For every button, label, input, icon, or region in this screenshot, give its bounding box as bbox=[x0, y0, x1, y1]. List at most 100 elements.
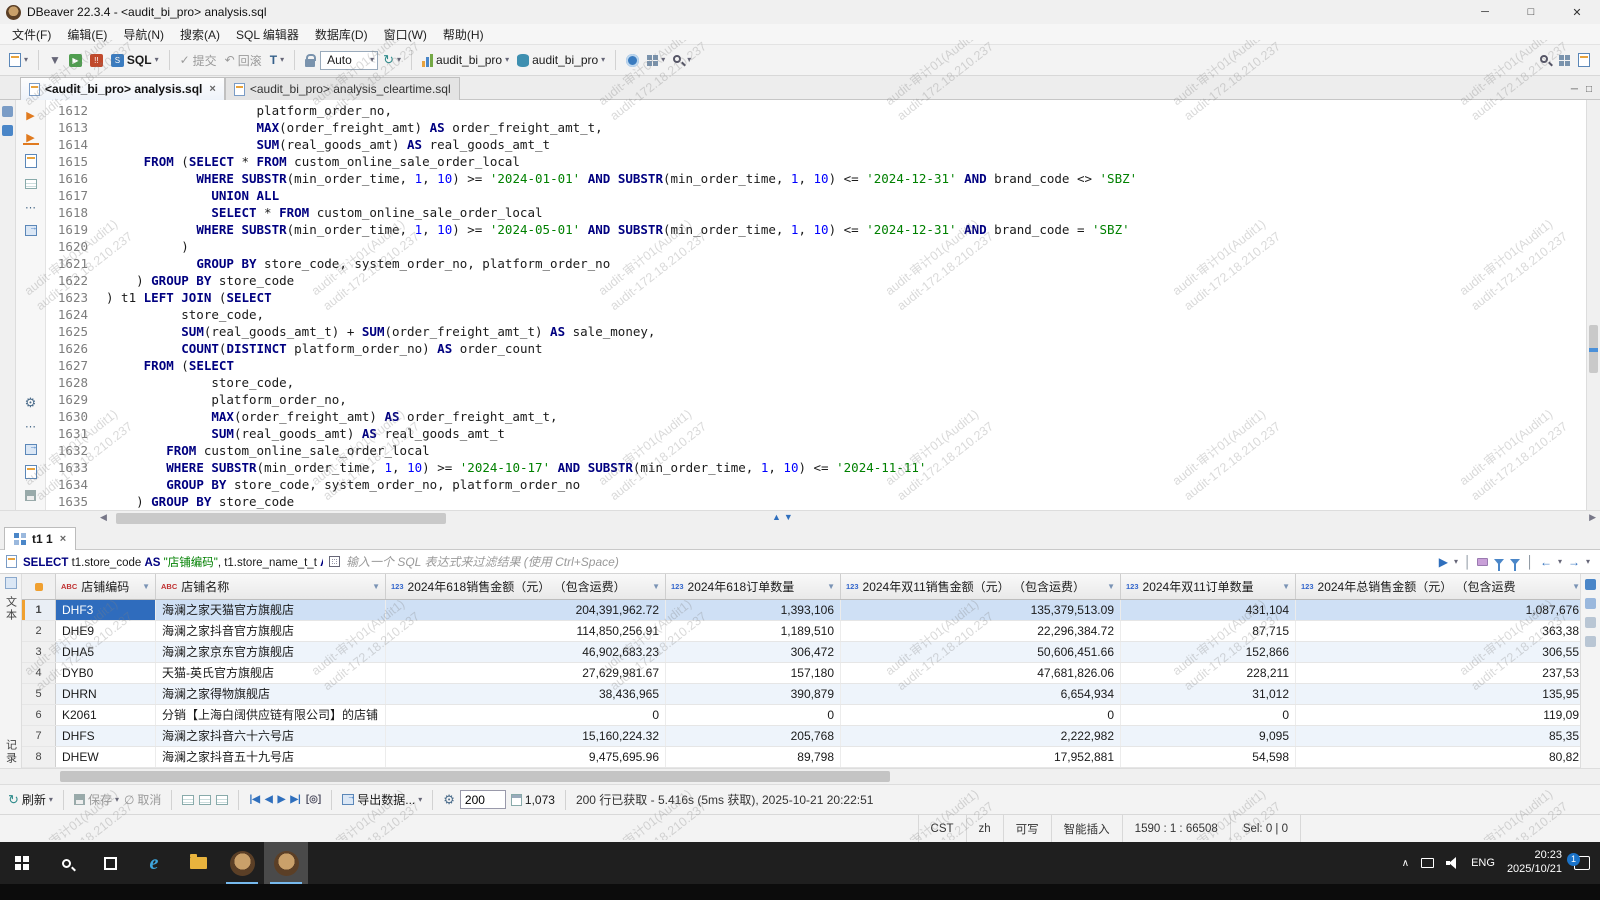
table-cell[interactable]: 114,850,256.91 bbox=[386, 621, 666, 641]
menu-item[interactable]: 编辑(E) bbox=[59, 24, 115, 45]
abort-icon[interactable]: !! bbox=[87, 52, 106, 69]
table-cell[interactable]: 363,38 bbox=[1296, 621, 1580, 641]
table-cell[interactable]: 海澜之家抖音官方旗舰店 bbox=[156, 621, 386, 641]
cancel-button[interactable]: ∅取消 bbox=[124, 791, 161, 808]
sql-mode-selector[interactable]: SSQL▾ bbox=[108, 51, 162, 69]
menu-item[interactable]: 数据库(D) bbox=[307, 24, 376, 45]
table-cell[interactable]: 431,104 bbox=[1121, 600, 1296, 620]
export-result-icon[interactable] bbox=[23, 442, 39, 456]
column-header[interactable]: 1232024年618订单数量▼ bbox=[666, 574, 841, 599]
table-row[interactable]: 4DYB0天猫-英氏官方旗舰店27,629,981.67157,18047,68… bbox=[22, 663, 1580, 684]
maximize-view-icon[interactable]: □ bbox=[1586, 84, 1592, 95]
quick-search-icon[interactable] bbox=[1540, 55, 1548, 63]
filter-dropdown-icon[interactable]: ▼ bbox=[827, 582, 835, 591]
table-cell[interactable]: 1,087,676 bbox=[1296, 600, 1580, 620]
table-cell[interactable]: 27,629,981.67 bbox=[386, 663, 666, 683]
taskbar-search-button[interactable] bbox=[44, 842, 88, 884]
table-cell[interactable]: 135,379,513.09 bbox=[841, 600, 1121, 620]
table-cell[interactable]: 0 bbox=[841, 705, 1121, 725]
table-cell[interactable]: DHE9 bbox=[56, 621, 156, 641]
table-cell[interactable]: DHA5 bbox=[56, 642, 156, 662]
editor-vertical-scrollbar[interactable] bbox=[1586, 100, 1600, 510]
table-row[interactable]: 7DHFS海澜之家抖音六十六号店15,160,224.32205,7682,22… bbox=[22, 726, 1580, 747]
column-header[interactable]: 1232024年总销售金额（元） （包含运费▼ bbox=[1296, 574, 1580, 599]
column-header[interactable]: ABC店铺编码▼ bbox=[56, 574, 156, 599]
more-dots-icon[interactable]: ⋯ bbox=[23, 419, 39, 433]
goto-row-icon[interactable]: [◎] bbox=[306, 794, 321, 805]
apply-filter-icon[interactable]: ▶ bbox=[1439, 555, 1448, 569]
row-number[interactable]: 8 bbox=[22, 747, 56, 767]
panel-value-icon[interactable] bbox=[1585, 579, 1596, 590]
editor-horizontal-scrollbar[interactable]: ◀ ▲▼ ▶ bbox=[0, 510, 1600, 526]
filter-dropdown-icon[interactable]: ▼ bbox=[1282, 582, 1290, 591]
network-icon[interactable] bbox=[1421, 858, 1434, 868]
row-number[interactable]: 5 bbox=[22, 684, 56, 704]
menu-item[interactable]: 窗口(W) bbox=[376, 24, 435, 45]
scrollbar-thumb[interactable] bbox=[60, 771, 890, 782]
row-number[interactable]: 4 bbox=[22, 663, 56, 683]
table-cell[interactable]: 306,472 bbox=[666, 642, 841, 662]
export-data-button[interactable]: 导出数据...▾ bbox=[342, 791, 422, 808]
calc-total-rows-button[interactable]: 1,073 bbox=[511, 793, 555, 807]
table-cell[interactable]: 1,189,510 bbox=[666, 621, 841, 641]
table-cell[interactable]: 205,768 bbox=[666, 726, 841, 746]
history-back-icon[interactable]: ← bbox=[1540, 555, 1552, 569]
table-cell[interactable]: 46,902,683.23 bbox=[386, 642, 666, 662]
table-cell[interactable]: DHEW bbox=[56, 747, 156, 767]
record-view-tab[interactable]: 记录 bbox=[3, 739, 19, 765]
table-cell[interactable]: 分销【上海白阔供应链有限公司】的店铺 bbox=[156, 705, 386, 725]
table-cell[interactable]: 157,180 bbox=[666, 663, 841, 683]
table-cell[interactable]: 306,55 bbox=[1296, 642, 1580, 662]
table-cell[interactable]: 2,222,982 bbox=[841, 726, 1121, 746]
language-indicator[interactable]: ENG bbox=[1471, 857, 1495, 869]
table-cell[interactable]: 9,475,695.96 bbox=[386, 747, 666, 767]
dbeaver-taskbar-button-1[interactable] bbox=[220, 842, 264, 884]
table-cell[interactable]: 海澜之家京东官方旗舰店 bbox=[156, 642, 386, 662]
query-preview[interactable]: SELECT t1.store_code AS "店铺编码", t1.store… bbox=[23, 554, 323, 570]
file-explorer-button[interactable] bbox=[176, 842, 220, 884]
panel-meta-icon[interactable] bbox=[1585, 617, 1596, 628]
history-forward-icon[interactable]: → bbox=[1568, 555, 1580, 569]
table-cell[interactable]: 89,798 bbox=[666, 747, 841, 767]
save-script-icon[interactable] bbox=[23, 488, 39, 502]
scroll-right-icon[interactable]: ▶ bbox=[1589, 512, 1596, 523]
auto-commit-combo[interactable]: Auto▾ bbox=[320, 51, 378, 70]
fetch-size-input[interactable] bbox=[460, 790, 506, 809]
hidden-icons-chevron[interactable]: ∧ bbox=[1402, 858, 1409, 869]
table-cell[interactable]: DHF3 bbox=[56, 600, 156, 620]
execute-statement-icon[interactable]: ▶ bbox=[23, 108, 39, 122]
execute-script-icon[interactable]: ▶ bbox=[23, 131, 39, 145]
restore-panel-icon[interactable] bbox=[2, 106, 13, 117]
filter-edit-icon[interactable] bbox=[1494, 559, 1504, 565]
text-view-tab[interactable]: 文本 bbox=[3, 596, 19, 622]
result-settings-gear-icon[interactable]: ⚙ bbox=[443, 792, 455, 808]
settings-gear-icon[interactable]: ⚙ bbox=[23, 396, 39, 410]
new-sql-editor-button[interactable]: ▾ bbox=[6, 51, 31, 69]
tab-analysis-sql[interactable]: <audit_bi_pro> analysis.sql × bbox=[20, 77, 225, 100]
menu-item[interactable]: 帮助(H) bbox=[435, 24, 492, 45]
table-cell[interactable]: 0 bbox=[386, 705, 666, 725]
refresh-button[interactable]: ↻刷新▾ bbox=[8, 791, 53, 808]
minimize-icon[interactable]: ─ bbox=[1462, 0, 1508, 24]
table-cell[interactable]: 87,715 bbox=[1121, 621, 1296, 641]
lock-icon[interactable] bbox=[302, 52, 318, 69]
column-header[interactable]: 1232024年双11订单数量▼ bbox=[1121, 574, 1296, 599]
scrollbar-thumb[interactable] bbox=[116, 513, 446, 524]
table-cell[interactable]: 0 bbox=[1121, 705, 1296, 725]
menu-item[interactable]: 搜索(A) bbox=[172, 24, 228, 45]
table-cell[interactable]: 135,95 bbox=[1296, 684, 1580, 704]
menu-item[interactable]: 文件(F) bbox=[4, 24, 59, 45]
row-number[interactable]: 6 bbox=[22, 705, 56, 725]
column-header[interactable]: 1232024年618销售金额（元） （包含运费）▼ bbox=[386, 574, 666, 599]
more-actions-icon[interactable]: ⋯ bbox=[23, 200, 39, 214]
window-layout-button[interactable]: ▾ bbox=[644, 53, 668, 68]
row-number[interactable]: 3 bbox=[22, 642, 56, 662]
filter-input[interactable] bbox=[346, 553, 1433, 571]
table-cell[interactable]: DYB0 bbox=[56, 663, 156, 683]
table-cell[interactable]: 6,654,934 bbox=[841, 684, 1121, 704]
table-cell[interactable]: 0 bbox=[666, 705, 841, 725]
row-number[interactable]: 1 bbox=[22, 600, 56, 620]
table-cell[interactable]: 152,866 bbox=[1121, 642, 1296, 662]
table-cell[interactable]: 22,296,384.72 bbox=[841, 621, 1121, 641]
schema-selector[interactable]: audit_bi_pro▾ bbox=[514, 51, 608, 69]
